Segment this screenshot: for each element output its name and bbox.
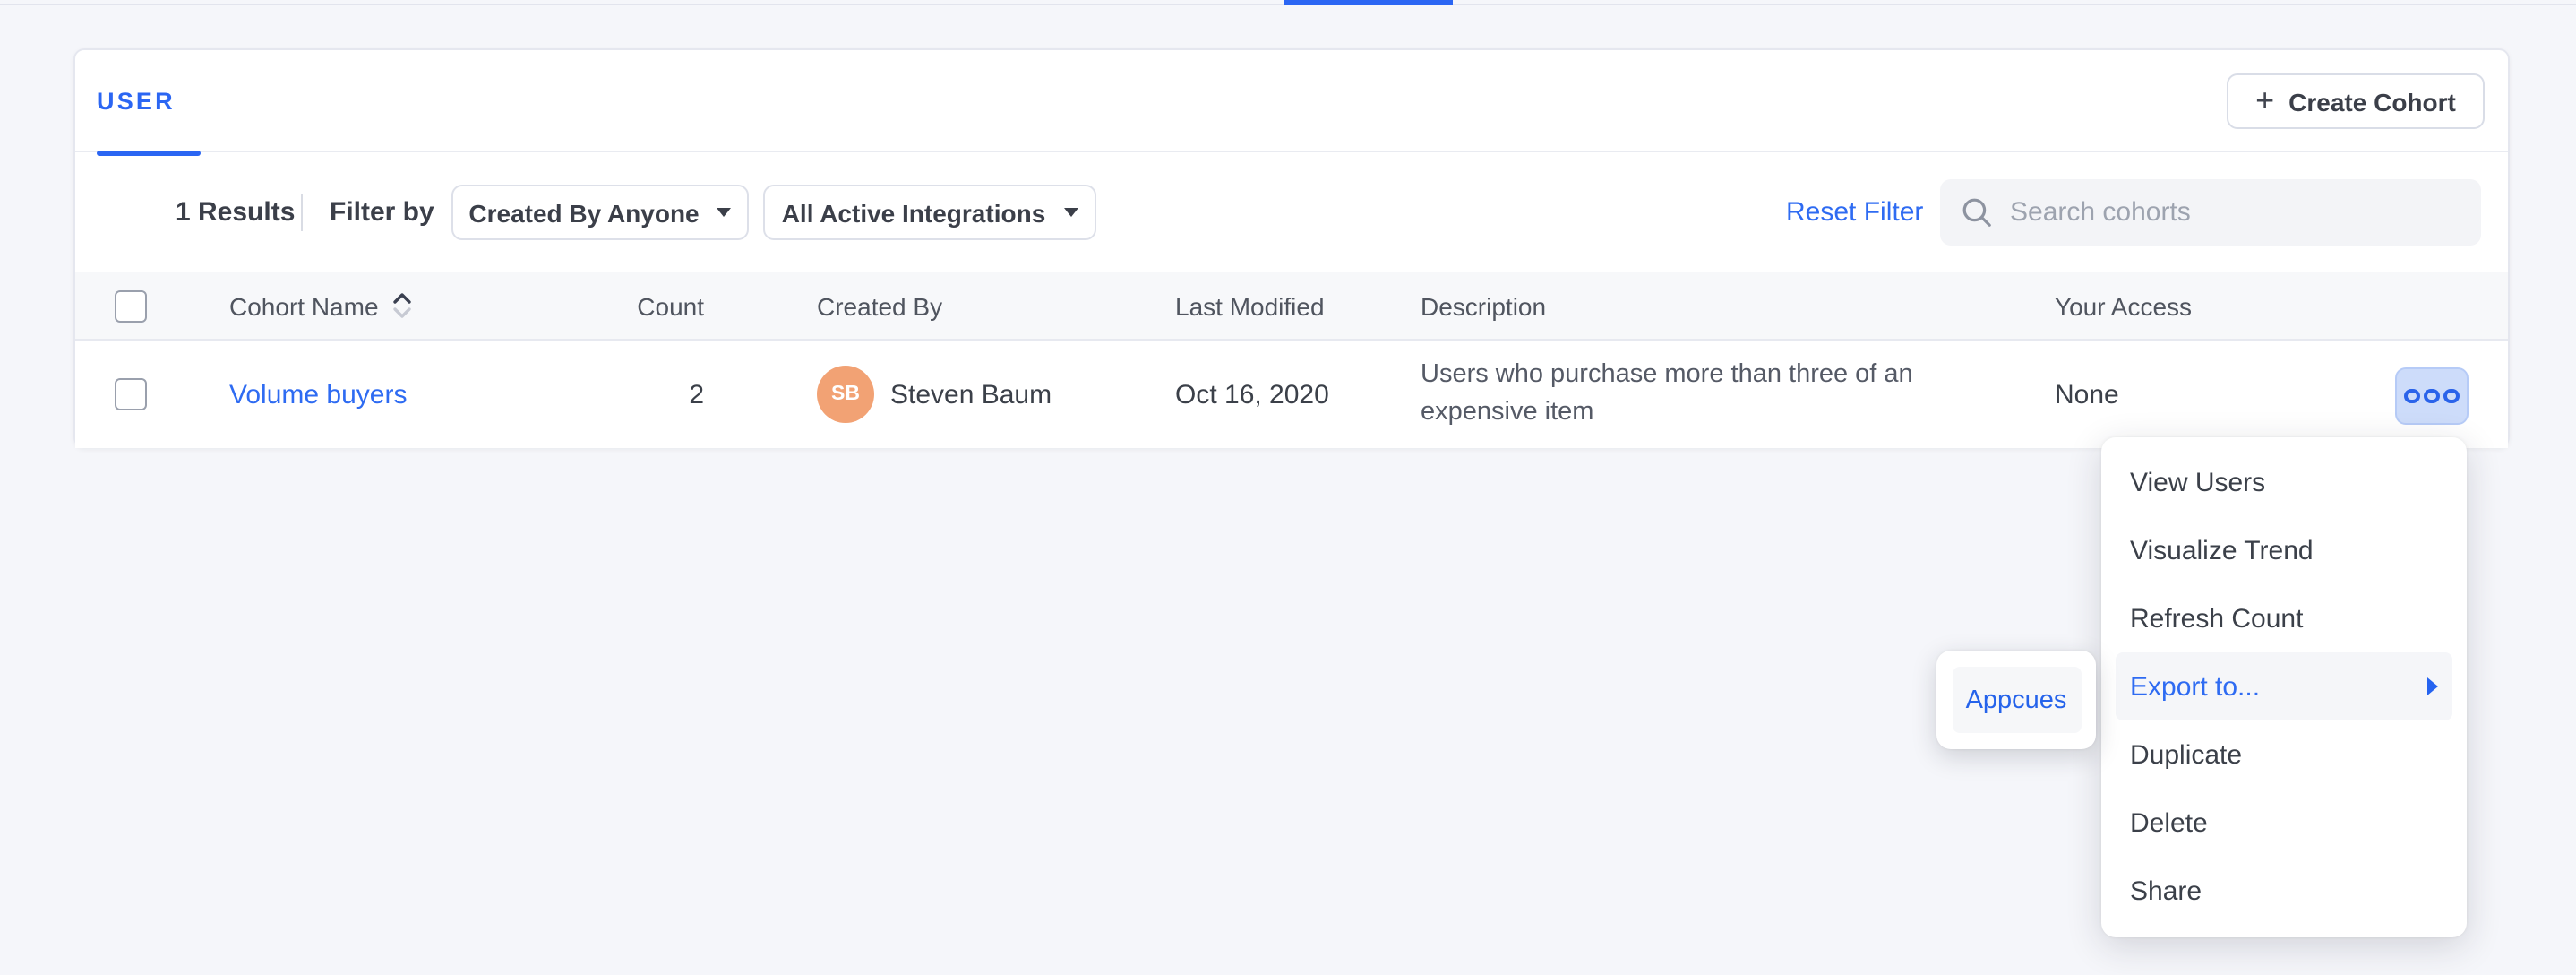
column-header-created-by[interactable]: Created By <box>817 272 942 339</box>
export-submenu: Appcues <box>1936 651 2096 749</box>
menu-item-export-to[interactable]: Export to... <box>2116 652 2452 720</box>
submenu-item-appcues[interactable]: Appcues <box>1952 667 2081 733</box>
column-header-cohort-name[interactable]: Cohort Name <box>229 272 413 339</box>
row-actions-button[interactable] <box>2395 367 2469 425</box>
column-header-last-modified[interactable]: Last Modified <box>1175 272 1325 339</box>
cohort-description: Users who purchase more than three of an… <box>1421 357 1922 432</box>
table-row: Volume buyers 2 SB Steven Baum Oct 16, 2… <box>75 341 2508 448</box>
menu-item-share[interactable]: Share <box>2116 857 2452 925</box>
menu-item-refresh-count[interactable]: Refresh Count <box>2116 584 2452 652</box>
menu-item-view-users[interactable]: View Users <box>2116 448 2452 516</box>
column-header-count[interactable]: Count <box>577 272 704 339</box>
active-tab-indicator <box>1284 0 1453 5</box>
integrations-dropdown[interactable]: All Active Integrations <box>763 185 1096 240</box>
your-access-value: None <box>2055 341 2119 448</box>
reset-filter-link[interactable]: Reset Filter <box>1786 152 1923 272</box>
table-header: Cohort Name Count Created By Last Modifi… <box>75 272 2508 341</box>
menu-item-visualize-trend[interactable]: Visualize Trend <box>2116 516 2452 584</box>
row-checkbox[interactable] <box>115 378 147 410</box>
avatar: SB <box>817 366 874 423</box>
cohorts-card: USER + Create Cohort 1 Results Filter by… <box>73 48 2510 448</box>
card-header: USER + Create Cohort <box>75 50 2508 152</box>
menu-item-duplicate[interactable]: Duplicate <box>2116 720 2452 789</box>
search-input[interactable] <box>2010 197 2440 228</box>
create-cohort-label: Create Cohort <box>2288 87 2456 116</box>
created-by-dropdown-label: Created By Anyone <box>468 198 699 227</box>
sort-icon[interactable] <box>393 292 413 319</box>
cohort-count: 2 <box>577 341 704 448</box>
results-count: 1 Results <box>176 152 295 272</box>
column-header-description[interactable]: Description <box>1421 272 1546 339</box>
vertical-divider <box>301 194 303 231</box>
last-modified-date: Oct 16, 2020 <box>1175 341 1329 448</box>
created-by-dropdown[interactable]: Created By Anyone <box>451 185 749 240</box>
filter-by-label: Filter by <box>330 152 434 272</box>
chevron-down-icon <box>717 208 732 217</box>
plus-icon: + <box>2255 83 2274 116</box>
tab-user-label: USER <box>97 88 176 115</box>
integrations-dropdown-label: All Active Integrations <box>782 198 1046 227</box>
created-by-name: Steven Baum <box>890 341 1052 448</box>
chevron-down-icon <box>1063 208 1078 217</box>
filter-bar: 1 Results Filter by Created By Anyone Al… <box>75 152 2508 272</box>
cohort-name-link[interactable]: Volume buyers <box>229 379 407 410</box>
page: USER + Create Cohort 1 Results Filter by… <box>0 0 2576 975</box>
search-cohorts-box[interactable] <box>1940 179 2481 246</box>
menu-item-delete[interactable]: Delete <box>2116 789 2452 857</box>
row-actions-menu: View Users Visualize Trend Refresh Count… <box>2101 437 2467 937</box>
submenu-arrow-icon <box>2427 677 2438 695</box>
column-header-your-access[interactable]: Your Access <box>2055 272 2192 339</box>
search-icon <box>1962 197 1992 228</box>
create-cohort-button[interactable]: + Create Cohort <box>2227 73 2485 129</box>
select-all-checkbox[interactable] <box>115 290 147 323</box>
ellipsis-icon <box>2405 389 2420 404</box>
tab-user[interactable]: USER <box>97 50 176 152</box>
